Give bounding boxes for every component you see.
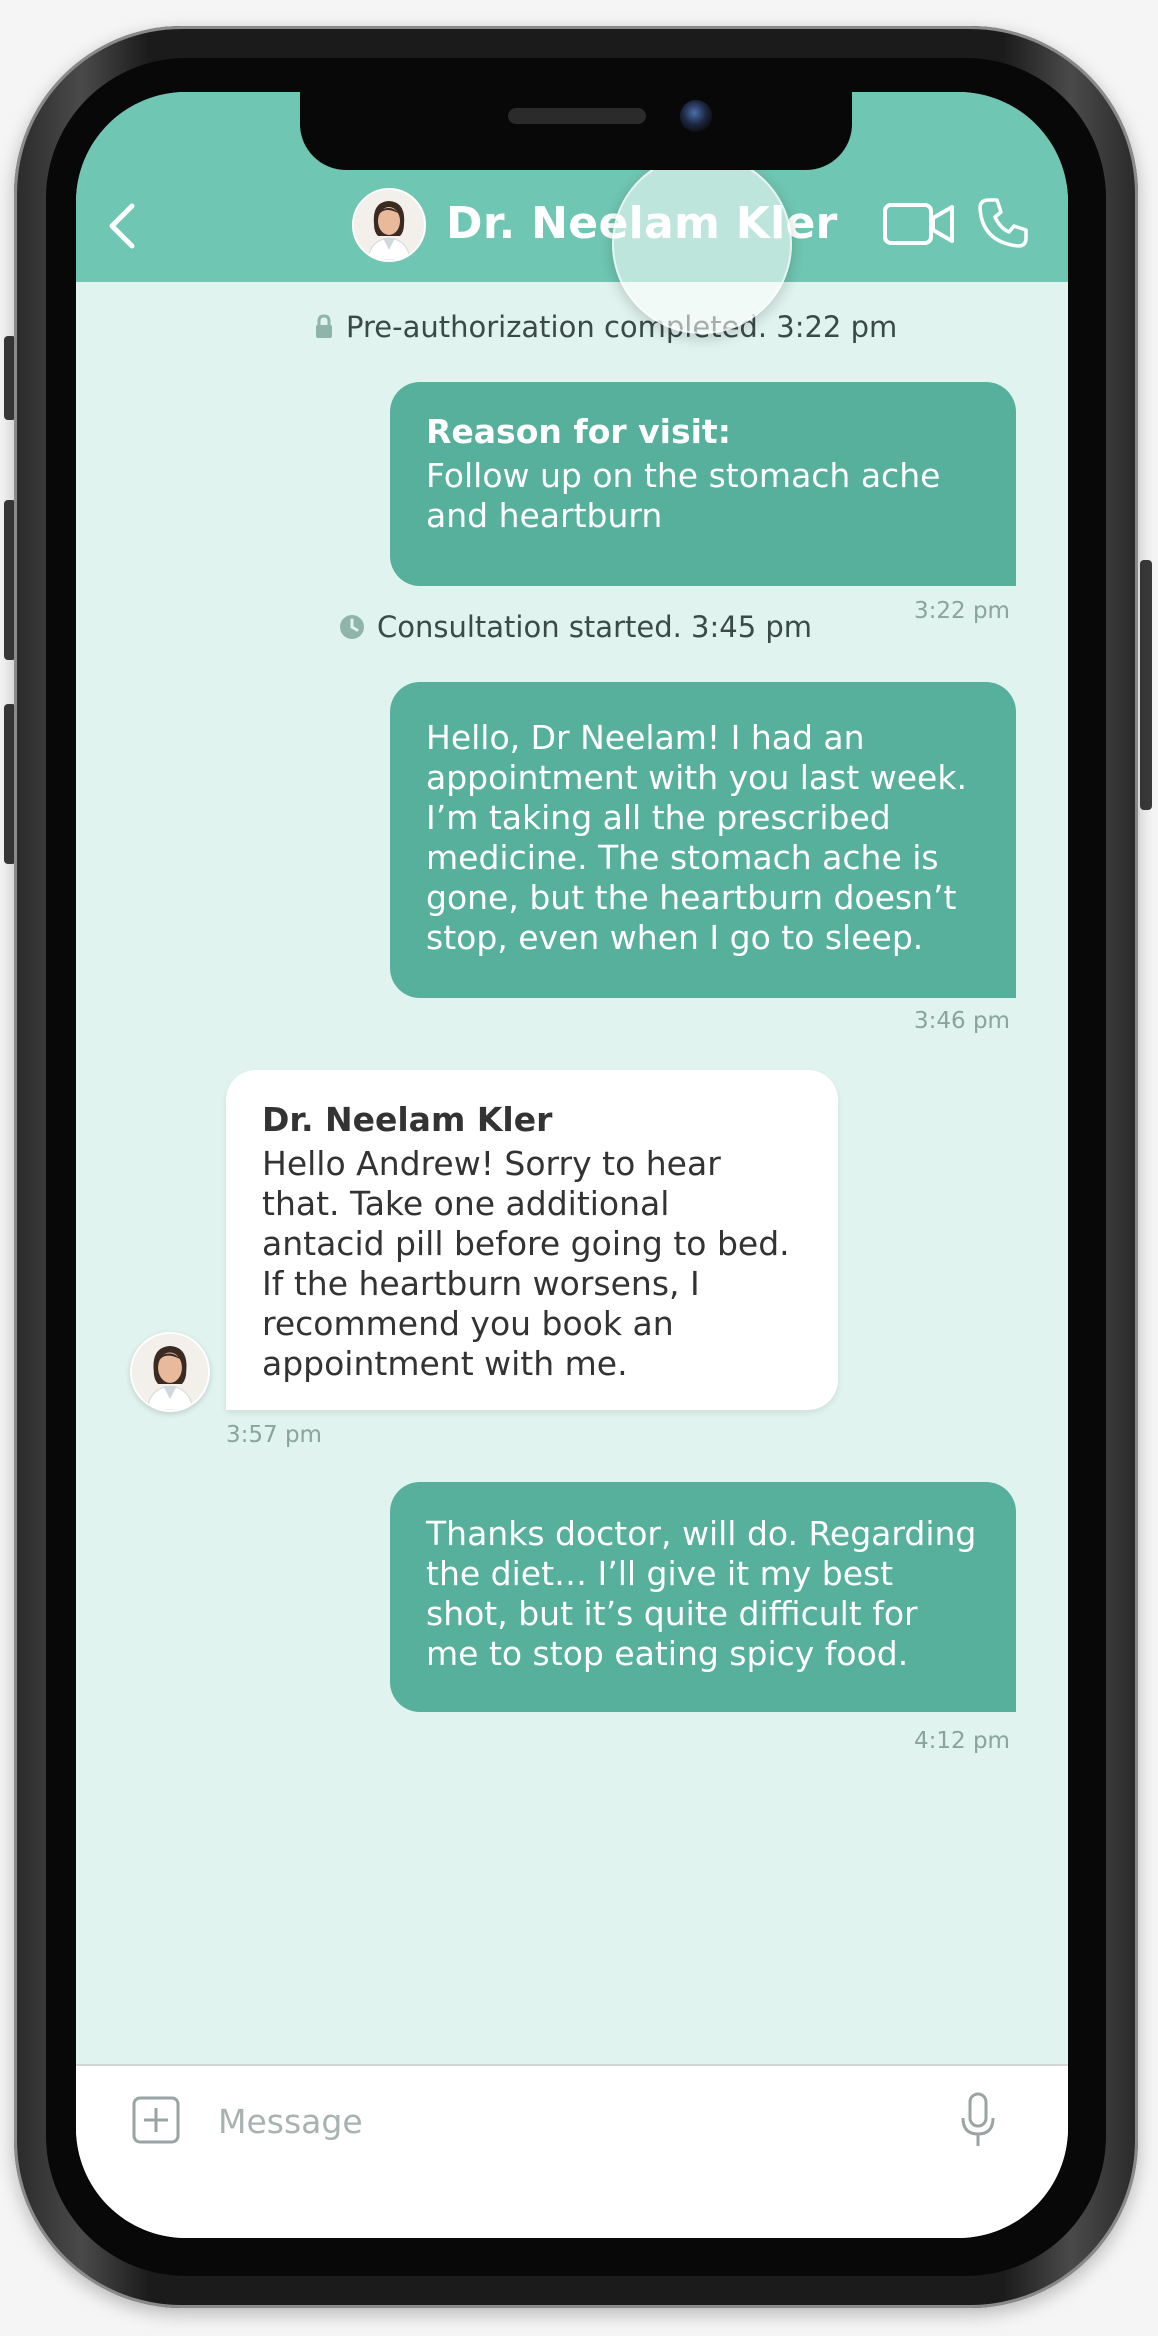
back-button[interactable] (102, 196, 142, 256)
message-timestamp: 3:46 pm (914, 1008, 1010, 1034)
message-text: Hello Andrew! Sorry to hear that. Take o… (262, 1144, 790, 1383)
message-text: Thanks doctor, will do. Regarding the di… (426, 1514, 977, 1673)
microphone-icon (961, 2092, 995, 2146)
chat-screen: Dr. Neelam Kler (76, 92, 1068, 2238)
earpiece-speaker (508, 108, 646, 124)
system-message-preauth: Pre-authorization completed. 3:22 pm (314, 310, 897, 344)
contact-avatar[interactable] (352, 188, 426, 262)
doctor-portrait-icon (132, 1334, 208, 1410)
microphone-button[interactable] (958, 2090, 998, 2150)
message-composer (76, 2064, 1068, 2238)
preauth-text: Pre-authorization completed. 3:22 pm (346, 310, 898, 344)
message-input[interactable] (216, 2086, 820, 2156)
message-timestamp: 4:12 pm (914, 1728, 1010, 1754)
front-camera (680, 100, 712, 132)
plus-square-icon (132, 2096, 180, 2144)
outgoing-message-bubble[interactable]: Reason for visit: Follow up on the stoma… (390, 382, 1016, 586)
outgoing-message-bubble[interactable]: Hello, Dr Neelam! I had an appointment w… (390, 682, 1016, 998)
message-text: Follow up on the stomach ache and heartb… (426, 456, 941, 535)
video-call-button[interactable] (882, 200, 956, 248)
app-screenshot: Dr. Neelam Kler (0, 0, 1158, 2336)
incoming-message-bubble[interactable]: Dr. Neelam Kler Hello Andrew! Sorry to h… (226, 1070, 838, 1410)
voice-call-button[interactable] (976, 196, 1030, 250)
phone-notch (300, 92, 852, 170)
clock-icon (340, 615, 364, 639)
reason-for-visit-heading: Reason for visit: (426, 412, 731, 451)
chevron-left-icon (109, 203, 135, 249)
outgoing-message-bubble[interactable]: Thanks doctor, will do. Regarding the di… (390, 1482, 1016, 1712)
message-text: Hello, Dr Neelam! I had an appointment w… (426, 718, 967, 957)
message-timestamp: 3:57 pm (226, 1422, 322, 1448)
consultation-text: Consultation started. 3:45 pm (377, 610, 813, 644)
sender-name: Dr. Neelam Kler (262, 1100, 553, 1139)
attach-button[interactable] (132, 2096, 180, 2144)
doctor-portrait-icon (354, 190, 424, 260)
video-camera-icon (883, 203, 954, 245)
power-button (1140, 560, 1152, 810)
message-timestamp: 3:22 pm (914, 598, 1010, 624)
sender-avatar[interactable] (130, 1332, 210, 1412)
phone-icon (978, 198, 1028, 248)
lock-icon (316, 314, 332, 338)
touch-indicator (612, 154, 792, 334)
system-message-consultation: Consultation started. 3:45 pm (339, 610, 812, 644)
